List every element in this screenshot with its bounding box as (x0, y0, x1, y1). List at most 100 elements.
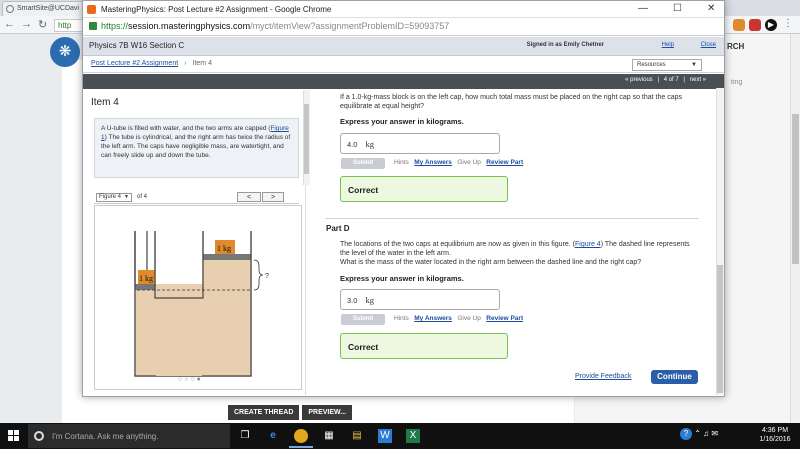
forward-icon[interactable]: → (21, 18, 32, 30)
part-c-give-up-link[interactable]: Give Up (457, 159, 480, 166)
part-d-label: Part D (326, 224, 350, 233)
left-mass-label: 1 kg (139, 274, 153, 283)
background-url-field[interactable]: http (54, 19, 84, 32)
figure-4-link[interactable]: Figure 4 (575, 241, 601, 248)
file-explorer-icon[interactable]: ▤ (350, 429, 364, 443)
help-link[interactable]: Help (662, 42, 674, 48)
tab-favicon-icon (6, 5, 14, 13)
left-cap (135, 284, 155, 290)
u-tube-figure: 1 kg 1 kg ? (134, 231, 269, 377)
part-c-links: Hints My Answers Give Up Review Part (394, 159, 523, 166)
cortana-icon (34, 431, 44, 441)
extension-icon[interactable]: ▶ (765, 19, 777, 31)
create-thread-button[interactable]: CREATE THREAD (228, 405, 300, 420)
lock-icon (89, 22, 97, 30)
part-d-my-answers-link[interactable]: My Answers (414, 315, 452, 322)
extension-icon[interactable] (749, 19, 761, 31)
pager: « previous | 4 of 7 | next » (83, 74, 724, 89)
excel-icon[interactable]: X (406, 429, 420, 443)
windows-start-icon[interactable] (8, 430, 20, 442)
background-tab[interactable]: SmartSite@UCDavi (2, 1, 88, 16)
close-window-icon[interactable]: ✕ (707, 3, 715, 14)
provide-feedback-link[interactable]: Provide Feedback (575, 373, 631, 380)
mastering-logo-icon: ❋ (50, 37, 80, 67)
clock-date: 1/16/2016 (759, 436, 791, 443)
reload-icon[interactable]: ↻ (38, 18, 47, 31)
part-d-hints-link[interactable]: Hints (394, 315, 409, 322)
part-c-answer-value: 4.0 (347, 140, 358, 149)
intro-text: A U-tube is filled with water, and the t… (101, 125, 271, 132)
breadcrumb: Post Lecture #2 Assignment › Item 4 (83, 56, 724, 73)
brace-icon (253, 259, 264, 291)
help-icon[interactable]: ? (680, 428, 692, 440)
window-scroll-thumb[interactable] (717, 265, 723, 393)
preview-button[interactable]: PREVIEW... (302, 405, 353, 420)
resources-dropdown[interactable]: Resources ▼ (632, 59, 702, 71)
maximize-icon[interactable]: ☐ (673, 3, 682, 14)
address-bar[interactable]: https://session.masteringphysics.com/myc… (83, 18, 724, 36)
part-d-instruction: Express your answer in kilograms. (340, 274, 464, 283)
resources-label: Resources (637, 62, 666, 68)
store-icon[interactable]: ▦ (322, 429, 336, 443)
breadcrumb-assignment-link[interactable]: Post Lecture #2 Assignment (91, 60, 178, 67)
tray-up-icon[interactable]: ⌃ (694, 429, 701, 438)
next-link[interactable]: next » (690, 77, 706, 83)
intro-box: A U-tube is filled with water, and the t… (94, 118, 299, 178)
mastering-favicon-icon (87, 5, 96, 14)
continue-button[interactable]: Continue (651, 370, 698, 384)
figure-count: of 4 (137, 194, 148, 200)
system-tray: ? ⌃ ♫ ✉ (680, 428, 718, 440)
background-button-row: CREATE THREAD PREVIEW... (228, 405, 355, 420)
close-link[interactable]: Close (701, 42, 716, 48)
intro-text-2: ) The tube is cylindrical, and the right… (101, 134, 291, 159)
part-c-instruction: Express your answer in kilograms. (340, 117, 464, 126)
part-c-hints-link[interactable]: Hints (394, 159, 409, 166)
chevron-down-icon: ▼ (691, 62, 697, 68)
figure-next-button[interactable]: > (262, 192, 284, 202)
background-search-text: RCH (727, 42, 745, 51)
menu-icon[interactable]: ⋮ (783, 18, 793, 29)
part-c-correct-badge: Correct (340, 176, 508, 202)
cortana-search-box[interactable]: I'm Cortana. Ask me anything. (28, 424, 230, 448)
word-icon[interactable]: W (378, 429, 392, 443)
minimize-icon[interactable]: — (638, 3, 648, 14)
part-c-submit-button[interactable]: Submit (341, 158, 385, 169)
figure-pagination-dots[interactable]: ○○○● (178, 376, 203, 383)
figure-select[interactable]: Figure 4 ▼ (96, 193, 132, 202)
part-divider (325, 218, 699, 219)
chevron-down-icon: ▼ (124, 194, 129, 200)
part-d-submit-button[interactable]: Submit (341, 314, 385, 325)
task-view-icon[interactable]: ❐ (238, 429, 252, 443)
part-c-question: If a 1.0-kg-mass block is on the left ca… (340, 94, 683, 110)
background-setting-text: ting (731, 79, 743, 86)
part-c-review-part-link[interactable]: Review Part (486, 159, 523, 166)
part-d-question-text-3: What is the mass of the water located in… (340, 259, 642, 266)
breadcrumb-current: Item 4 (192, 60, 212, 67)
background-scroll-thumb[interactable] (792, 114, 799, 264)
speaker-icon[interactable]: ♫ (703, 429, 709, 438)
item-scroll-thumb[interactable] (304, 104, 309, 174)
question-mark: ? (265, 273, 269, 280)
previous-link[interactable]: « previous (625, 77, 653, 83)
part-c-my-answers-link[interactable]: My Answers (414, 159, 452, 166)
part-d-correct-badge: Correct (340, 333, 508, 359)
back-icon[interactable]: ← (4, 18, 15, 30)
chrome-icon[interactable] (294, 429, 308, 443)
message-icon[interactable]: ✉ (711, 429, 718, 438)
part-d-give-up-link[interactable]: Give Up (457, 315, 480, 322)
edge-icon[interactable]: e (266, 429, 280, 443)
part-d-answer-field[interactable]: 3.0 kg (340, 289, 500, 310)
part-c-answer-field[interactable]: 4.0 kg (340, 133, 500, 154)
figure-prev-button[interactable]: < (237, 192, 261, 202)
pager-position: 4 of 7 (663, 77, 679, 83)
url-host: session.masteringphysics.com (128, 21, 251, 31)
breadcrumb-separator: › (184, 60, 187, 67)
part-d-review-part-link[interactable]: Review Part (486, 315, 523, 322)
extension-icon[interactable] (733, 19, 745, 31)
clock[interactable]: 4:36 PM 1/16/2016 (754, 426, 796, 444)
background-tab-title: SmartSite@UCDavi (17, 5, 79, 12)
right-cap (203, 254, 251, 260)
pager-divider: | (683, 77, 685, 83)
part-c-unit: kg (365, 139, 374, 149)
part-d-links: Hints My Answers Give Up Review Part (394, 315, 523, 322)
